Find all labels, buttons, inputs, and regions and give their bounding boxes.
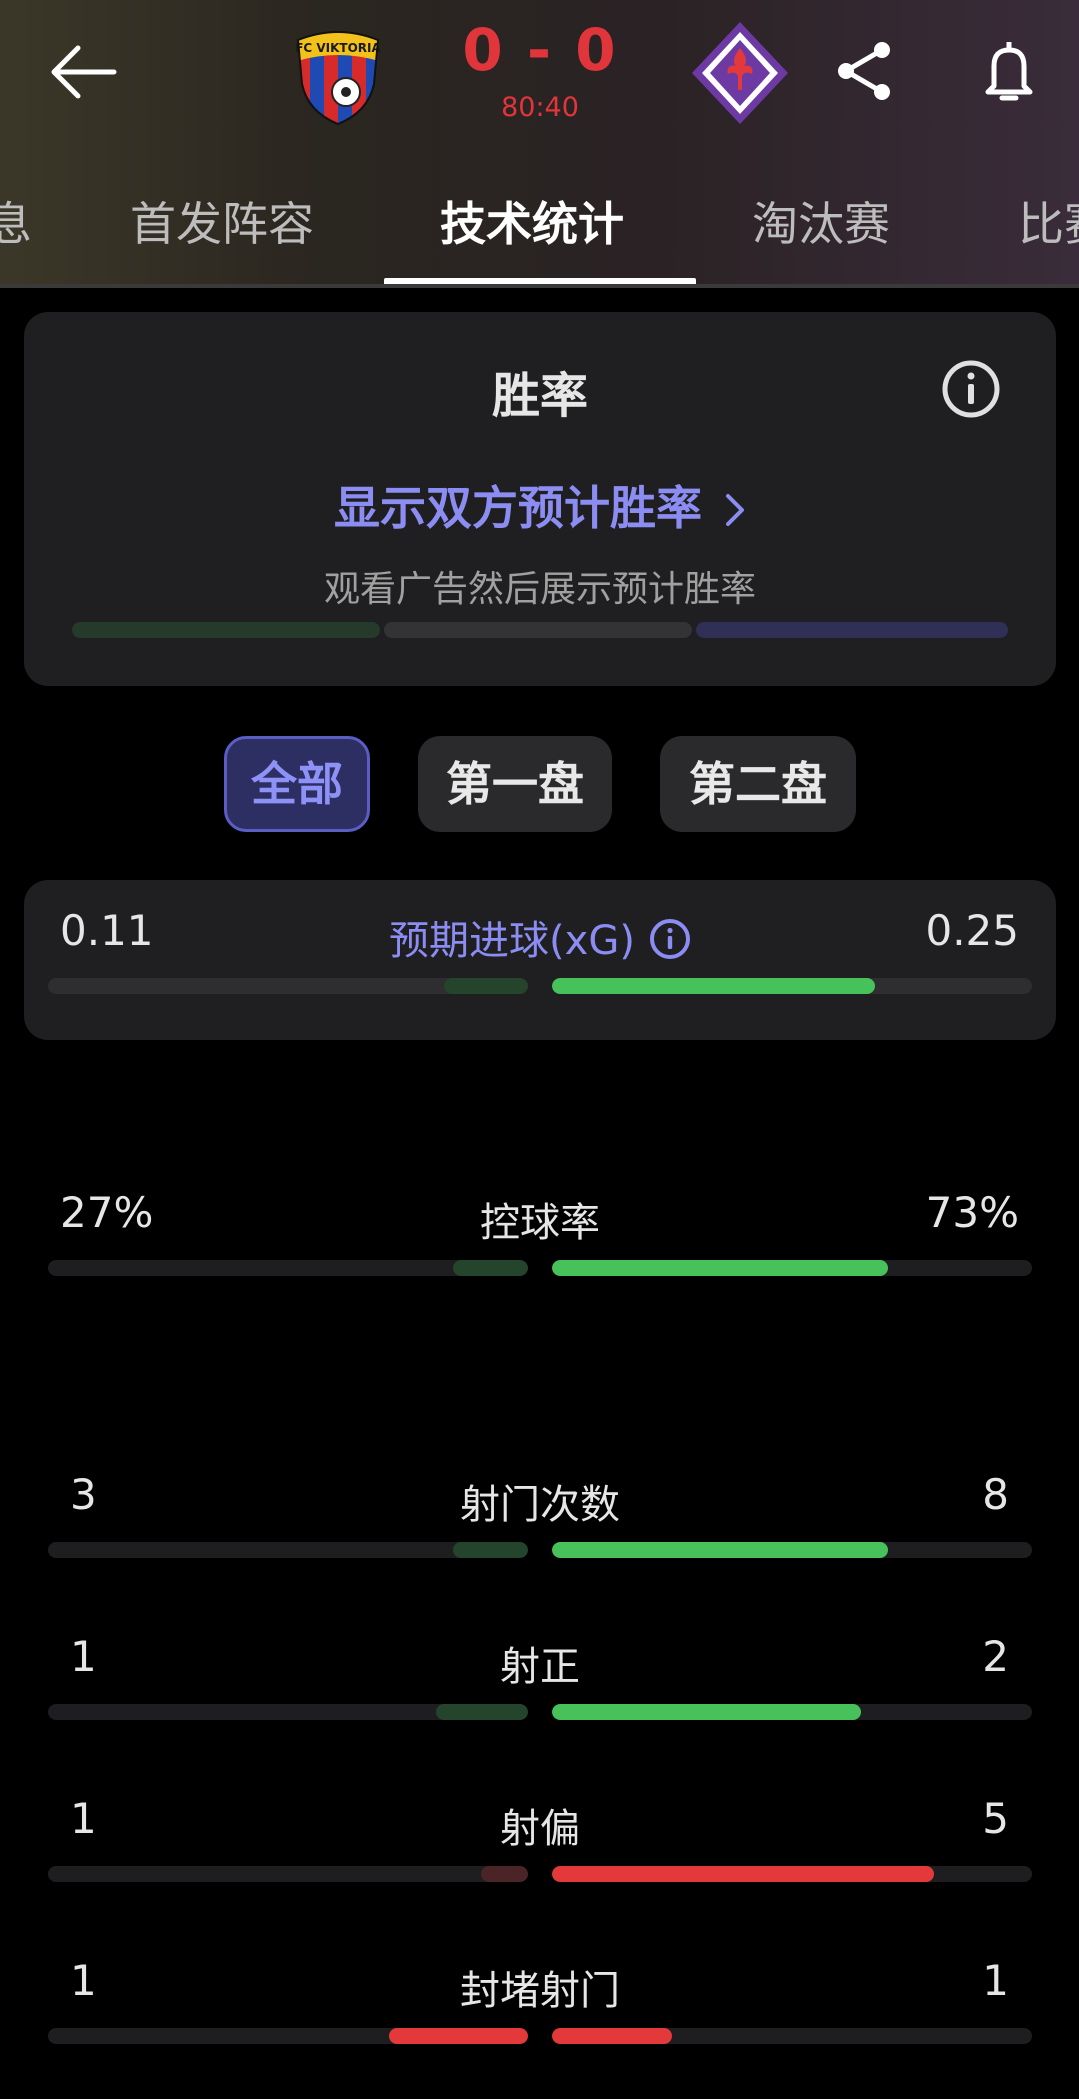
win-probability-subtitle: 观看广告然后展示预计胜率 bbox=[323, 569, 756, 610]
draw-bar bbox=[384, 622, 692, 638]
off_target-home-bar bbox=[48, 1866, 528, 1882]
xg-away-bar bbox=[552, 978, 1032, 994]
tab-matches[interactable]: 比赛 bbox=[1018, 188, 1079, 254]
blocked-label: 封堵射门 bbox=[460, 1968, 620, 2014]
off_target-label: 射偏 bbox=[500, 1806, 580, 1852]
xg-home-bar bbox=[48, 978, 528, 994]
back-button[interactable] bbox=[48, 36, 120, 108]
tab-lineups[interactable]: 首发阵容 bbox=[130, 188, 314, 254]
arrow-left-icon bbox=[51, 45, 117, 99]
blocked-away-bar bbox=[552, 2028, 1032, 2044]
possession-home-value: 27% bbox=[60, 1188, 154, 1237]
on_target-home-bar-fill bbox=[436, 1704, 528, 1720]
xg-home-bar-fill bbox=[444, 978, 528, 994]
shots-home-bar-fill bbox=[453, 1542, 528, 1558]
shots-home-value: 3 bbox=[70, 1470, 97, 1519]
possession-away-bar-fill bbox=[552, 1260, 888, 1276]
notification-button[interactable] bbox=[974, 36, 1044, 106]
share-button[interactable] bbox=[832, 38, 898, 104]
tab-knockout[interactable]: 淘汰赛 bbox=[752, 188, 890, 254]
match-clock: 80:40 bbox=[501, 92, 579, 123]
active-tab-indicator bbox=[384, 278, 696, 286]
off_target-away-bar-fill bbox=[552, 1866, 934, 1882]
blocked-away-value: 1 bbox=[982, 1956, 1009, 2005]
tab-stats[interactable]: 技术统计 bbox=[440, 188, 624, 254]
filter-second-half[interactable]: 第二盘 bbox=[660, 736, 856, 832]
match-header: FC VIKTORIA 0 - 0 80:40 息 首发阵容 技术统计 淘汰赛 … bbox=[0, 0, 1079, 288]
win-probability-title: 胜率 bbox=[491, 368, 588, 424]
home-team-logo[interactable]: FC VIKTORIA bbox=[290, 22, 386, 126]
info-icon bbox=[942, 360, 1000, 418]
blocked-home-bar bbox=[48, 2028, 528, 2044]
possession-label: 控球率 bbox=[480, 1200, 600, 1246]
possession-away-bar bbox=[552, 1260, 1032, 1276]
possession-home-bar bbox=[48, 1260, 528, 1276]
off_target-away-value: 5 bbox=[982, 1794, 1009, 1843]
show-win-probability-label: 显示双方预计胜率 bbox=[334, 481, 702, 535]
off_target-home-value: 1 bbox=[70, 1794, 97, 1843]
shots-home-bar bbox=[48, 1542, 528, 1558]
bell-icon bbox=[985, 42, 1033, 101]
on_target-home-value: 1 bbox=[70, 1632, 97, 1681]
home-win-bar bbox=[72, 622, 380, 638]
xg-away-value: 0.25 bbox=[925, 906, 1019, 955]
on_target-away-bar bbox=[552, 1704, 1032, 1720]
win-info-button[interactable] bbox=[940, 358, 1002, 420]
possession-away-value: 73% bbox=[925, 1188, 1019, 1237]
filter-first-half[interactable]: 第一盘 bbox=[418, 736, 612, 832]
on_target-home-bar bbox=[48, 1704, 528, 1720]
blocked-home-value: 1 bbox=[70, 1956, 97, 2005]
xg-home-value: 0.11 bbox=[60, 906, 154, 955]
show-win-probability-link[interactable]: 显示双方预计胜率 bbox=[24, 472, 1056, 539]
win-probability-card: 胜率 显示双方预计胜率 观看广告然后展示预计胜率 bbox=[24, 312, 1056, 686]
match-score: 0 - 0 bbox=[462, 16, 618, 84]
on_target-away-value: 2 bbox=[982, 1632, 1009, 1681]
blocked-home-bar-fill bbox=[389, 2028, 528, 2044]
tab-bar: 息 首发阵容 技术统计 淘汰赛 比赛 bbox=[0, 170, 1079, 260]
xg-info-icon[interactable] bbox=[649, 918, 691, 970]
svg-text:FC VIKTORIA: FC VIKTORIA bbox=[295, 41, 381, 55]
xg-label[interactable]: 预期进球(xG) bbox=[290, 908, 790, 970]
possession-home-bar-fill bbox=[453, 1260, 528, 1276]
off_target-home-bar-fill bbox=[481, 1866, 528, 1882]
away-win-bar bbox=[696, 622, 1008, 638]
shots-away-bar bbox=[552, 1542, 1032, 1558]
blocked-away-bar-fill bbox=[552, 2028, 672, 2044]
shots-away-bar-fill bbox=[552, 1542, 888, 1558]
xg-away-bar-fill bbox=[552, 978, 875, 994]
on_target-label: 射正 bbox=[500, 1644, 580, 1690]
shots-away-value: 8 bbox=[982, 1470, 1009, 1519]
on_target-away-bar-fill bbox=[552, 1704, 861, 1720]
chevron-right-icon bbox=[724, 485, 746, 539]
shots-label: 射门次数 bbox=[460, 1482, 620, 1528]
off_target-away-bar bbox=[552, 1866, 1032, 1882]
filter-all[interactable]: 全部 bbox=[224, 736, 370, 832]
share-icon bbox=[838, 42, 890, 100]
away-team-logo[interactable] bbox=[688, 18, 792, 128]
tab-info[interactable]: 息 bbox=[0, 188, 32, 254]
